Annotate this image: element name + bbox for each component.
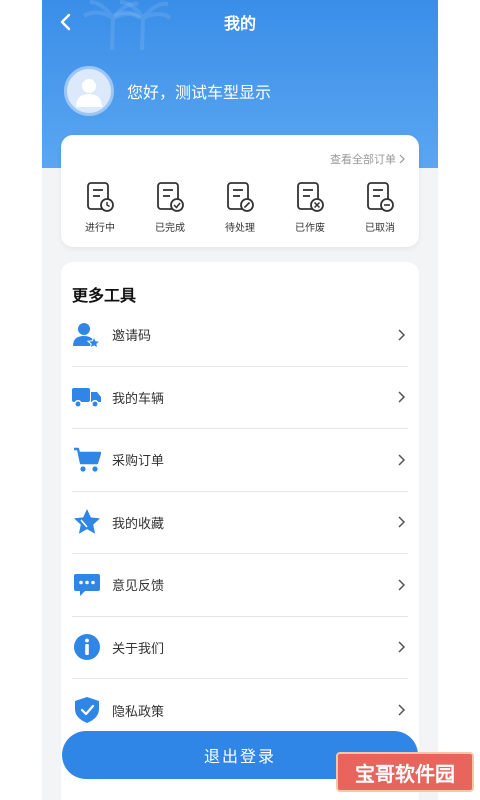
truck-icon (72, 388, 101, 409)
chevron-right-icon (398, 329, 406, 341)
invite-user-icon (73, 322, 101, 349)
order-voided-icon (297, 182, 324, 212)
order-in-progress-icon (87, 182, 114, 212)
order-status-cancelled[interactable]: 已取消 (350, 181, 410, 234)
tool-item-label: 邀请码 (112, 329, 152, 345)
more-tools-card: 更多工具 邀请码 我的车辆 采购订单 我的收藏 意见反馈 关于我们 隐私政策 (61, 262, 419, 800)
tool-item-label: 我的车辆 (112, 391, 165, 407)
tool-item-invite-code[interactable]: 邀请码 (72, 304, 408, 367)
avatar[interactable] (64, 66, 114, 116)
order-status-completed[interactable]: 已完成 (140, 181, 200, 234)
order-status-label: 已完成 (155, 223, 185, 234)
tool-item-my-favorites[interactable]: 我的收藏 (72, 492, 408, 554)
order-completed-icon (157, 182, 184, 212)
page-title: 我的 (223, 14, 256, 33)
chevron-left-icon (60, 13, 71, 31)
view-all-orders-label: 查看全部订单 (330, 153, 396, 166)
back-button[interactable] (52, 8, 80, 36)
view-all-orders-link[interactable]: 查看全部订单 (330, 151, 405, 167)
chevron-right-icon (398, 704, 406, 716)
chevron-right-icon (398, 454, 406, 466)
feedback-icon (74, 573, 100, 596)
order-status-list: 进行中 已完成 待处理 已作废 已取消 (61, 181, 419, 234)
order-status-label: 已作废 (295, 223, 325, 234)
tool-item-label: 意见反馈 (112, 579, 165, 595)
order-status-pending[interactable]: 待处理 (210, 181, 270, 234)
profile-section[interactable]: 您好，测试车型显示 (64, 66, 271, 116)
tool-item-label: 隐私政策 (112, 704, 165, 720)
shield-check-icon (75, 697, 99, 724)
order-pending-icon (227, 182, 254, 212)
chevron-right-icon (398, 641, 406, 653)
order-status-label: 待处理 (225, 223, 255, 234)
order-status-label: 进行中 (85, 223, 115, 234)
tool-item-about-us[interactable]: 关于我们 (72, 617, 408, 679)
order-status-in-progress[interactable]: 进行中 (70, 181, 130, 234)
tool-item-label: 我的收藏 (112, 516, 165, 532)
tool-list: 邀请码 我的车辆 采购订单 我的收藏 意见反馈 关于我们 隐私政策 (72, 304, 408, 742)
chevron-right-icon (398, 516, 406, 528)
order-status-label: 已取消 (365, 223, 395, 234)
info-icon (74, 634, 100, 661)
tool-item-label: 采购订单 (112, 454, 165, 470)
tool-item-label: 关于我们 (112, 641, 165, 657)
chevron-right-icon (398, 579, 406, 591)
user-avatar-icon (76, 79, 102, 107)
watermark-logo: 宝哥软件园 (336, 752, 474, 792)
more-tools-title: 更多工具 (72, 286, 137, 305)
star-icon (74, 509, 100, 534)
orders-card: 查看全部订单 进行中 已完成 待处理 已作废 已取消 (61, 135, 419, 247)
order-cancelled-icon (367, 182, 394, 212)
chevron-right-icon (399, 154, 405, 164)
tool-item-purchase-orders[interactable]: 采购订单 (72, 429, 408, 492)
chevron-right-icon (398, 391, 406, 403)
tool-item-feedback[interactable]: 意见反馈 (72, 554, 408, 617)
tool-item-my-vehicles[interactable]: 我的车辆 (72, 367, 408, 429)
greeting-text: 您好，测试车型显示 (127, 83, 272, 102)
nav-bar: 我的 (42, 0, 438, 44)
order-status-voided[interactable]: 已作废 (280, 181, 340, 234)
cart-icon (74, 447, 101, 472)
